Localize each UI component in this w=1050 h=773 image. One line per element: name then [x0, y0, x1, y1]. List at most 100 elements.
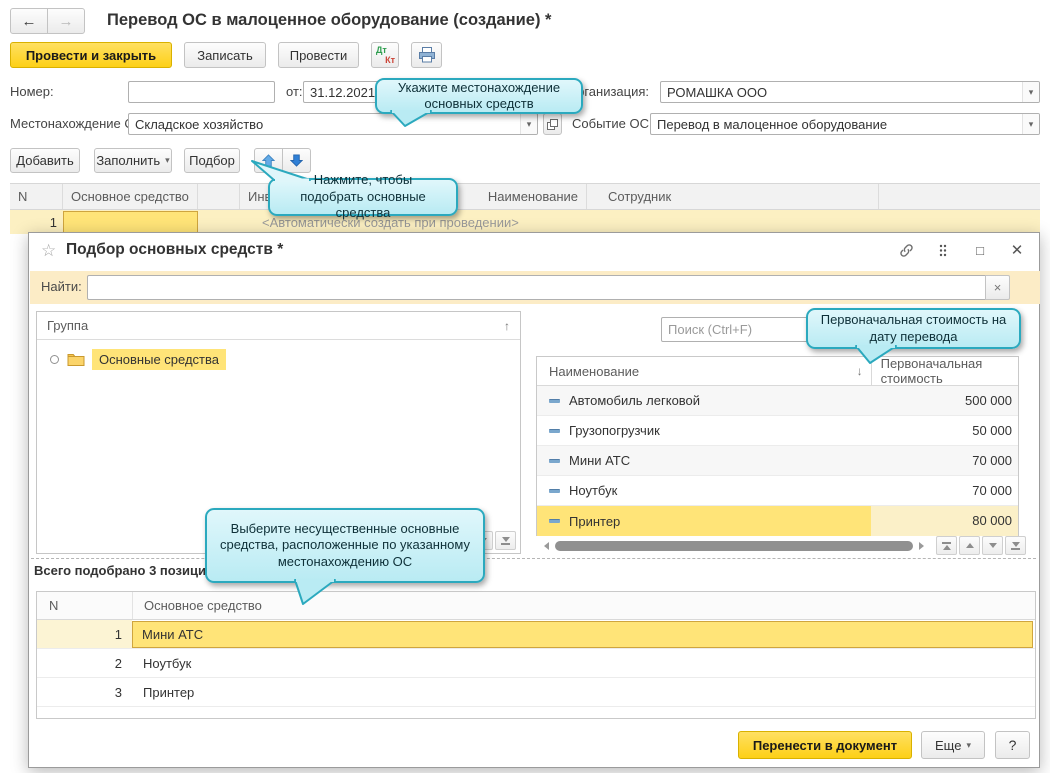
doc-col-n[interactable]: N	[10, 184, 63, 209]
more-menu-icon[interactable]	[935, 242, 951, 258]
help-button[interactable]: ?	[995, 731, 1030, 759]
find-label: Найти:	[41, 275, 82, 299]
chevron-down-icon[interactable]: ▾	[1022, 114, 1039, 134]
more-button[interactable]: Еще ▾	[921, 731, 985, 759]
asset-name: Автомобиль легковой	[569, 393, 876, 408]
tree-item-fixed-assets[interactable]: Основные средства	[37, 345, 520, 373]
selected-col-n[interactable]: N	[37, 598, 132, 613]
printer-icon	[418, 47, 436, 63]
selected-row[interactable]: 3 Принтер	[37, 678, 1035, 707]
doc-row-asset-cell[interactable]	[63, 211, 198, 233]
asset-row[interactable]: Грузопогрузчик 50 000	[537, 416, 1018, 446]
assets-col-name[interactable]: Наименование ↓	[537, 364, 871, 379]
post-button[interactable]: Провести	[278, 42, 359, 68]
event-value: Перевод в малоценное оборудование	[651, 117, 1022, 132]
event-combo[interactable]: Перевод в малоценное оборудование ▾	[650, 113, 1040, 135]
selected-row-asset: Ноутбук	[132, 656, 1035, 671]
number-label: Номер:	[10, 80, 54, 104]
asset-cost: 80 000	[871, 506, 1018, 536]
chevron-down-icon[interactable]: ▾	[1022, 82, 1039, 102]
hscroll-thumb[interactable]	[555, 541, 913, 551]
asset-name: Грузопогрузчик	[569, 423, 876, 438]
fill-label: Заполнить	[96, 153, 160, 168]
asset-item-icon	[549, 399, 560, 403]
find-clear-button[interactable]: ×	[985, 275, 1010, 300]
transfer-to-document-button[interactable]: Перенести в документ	[738, 731, 912, 759]
location-open-button[interactable]	[543, 113, 562, 135]
asset-row-selected[interactable]: Принтер 80 000	[537, 506, 1018, 536]
sort-desc-icon: ↓	[857, 364, 863, 378]
dialog-title: Подбор основных средств *	[66, 241, 283, 259]
forward-icon: →	[59, 13, 74, 30]
asset-cost: 70 000	[876, 483, 1018, 498]
write-button[interactable]: Записать	[184, 42, 266, 68]
open-link-icon	[547, 119, 558, 130]
assets-hscrollbar[interactable]	[544, 539, 924, 553]
asset-row[interactable]: Ноутбук 70 000	[537, 476, 1018, 506]
fill-button[interactable]: Заполнить ▾	[94, 148, 172, 173]
pick-button[interactable]: Подбор	[184, 148, 240, 173]
doc-row-number: 1	[10, 215, 63, 230]
assets-table-header: Наименование ↓ Первоначальная стоимость	[537, 357, 1018, 386]
link-icon[interactable]	[898, 242, 914, 258]
doc-table-header: N Основное средство Инвентарный номер На…	[10, 183, 1040, 210]
doc-col-asset[interactable]: Основное средство	[63, 184, 198, 209]
main-toolbar: Провести и закрыть Записать Провести Дт …	[10, 42, 442, 68]
print-button[interactable]	[411, 42, 442, 68]
add-button[interactable]: Добавить	[10, 148, 80, 173]
asset-row[interactable]: Автомобиль легковой 500 000	[537, 386, 1018, 416]
scroll-left-icon[interactable]	[544, 542, 549, 550]
asset-row[interactable]: Мини АТС 70 000	[537, 446, 1018, 476]
back-button[interactable]: ←	[10, 8, 48, 34]
doc-col-employee[interactable]: Сотрудник	[587, 184, 879, 209]
scroll-right-icon[interactable]	[919, 542, 924, 550]
doc-table-row[interactable]: 1 <Автоматически создать при проведении>	[10, 210, 1040, 234]
scroll-to-top-button[interactable]	[936, 536, 957, 555]
divider	[31, 558, 1036, 559]
selected-row[interactable]: 2 Ноутбук	[37, 649, 1035, 678]
kt-label: Кт	[385, 55, 395, 65]
selected-row-n: 3	[37, 685, 132, 700]
selected-col-asset[interactable]: Основное средство	[132, 592, 1035, 619]
asset-cost: 50 000	[876, 423, 1018, 438]
tooltip-tail	[287, 579, 347, 606]
tooltip-select: Выберите несущественные основные средств…	[205, 508, 485, 583]
dt-kt-button[interactable]: Дт Кт	[371, 42, 399, 68]
asset-cost: 500 000	[876, 393, 1018, 408]
post-and-close-button[interactable]: Провести и закрыть	[10, 42, 172, 68]
selected-row-n: 1	[37, 620, 132, 648]
scroll-up-button[interactable]	[959, 536, 980, 555]
maximize-icon[interactable]: □	[972, 242, 988, 258]
app-window: ← → Перевод ОС в малоценное оборудование…	[0, 0, 1050, 773]
chevron-down-icon[interactable]: ▾	[520, 114, 537, 134]
group-panel-header[interactable]: Группа ↑	[37, 312, 520, 340]
scroll-to-end-button[interactable]	[495, 531, 516, 550]
chevron-down-icon: ▾	[966, 740, 971, 751]
doc-col-spacer[interactable]	[198, 184, 240, 209]
location-combo[interactable]: Складское хозяйство ▾	[128, 113, 538, 135]
selected-table: N Основное средство 1 Мини АТС 2 Ноутбук…	[36, 591, 1036, 719]
forward-button[interactable]: →	[47, 8, 85, 34]
event-label: Событие ОС:	[572, 112, 653, 136]
scroll-down-button[interactable]	[982, 536, 1003, 555]
doc-col-extra[interactable]	[879, 184, 1040, 209]
folder-icon	[67, 352, 85, 366]
organization-value: РОМАШКА ООО	[661, 85, 1022, 100]
asset-cost: 70 000	[876, 453, 1018, 468]
selected-table-header: N Основное средство	[37, 592, 1035, 620]
tree-item-label: Основные средства	[92, 349, 226, 370]
organization-combo[interactable]: РОМАШКА ООО ▾	[660, 81, 1040, 103]
asset-name: Мини АТС	[569, 453, 876, 468]
number-input[interactable]	[128, 81, 275, 103]
favorite-star-icon[interactable]: ☆	[41, 241, 56, 261]
group-column-title: Группа	[47, 318, 88, 333]
asset-item-icon	[549, 519, 560, 523]
find-input[interactable]	[87, 275, 987, 300]
asset-name: Принтер	[569, 514, 620, 529]
asset-item-icon	[549, 429, 560, 433]
tree-expand-icon[interactable]	[50, 355, 59, 364]
page-title: Перевод ОС в малоценное оборудование (со…	[107, 11, 551, 30]
scroll-to-bottom-button[interactable]	[1005, 536, 1026, 555]
close-icon[interactable]: ✕	[1009, 242, 1025, 258]
selected-row[interactable]: 1 Мини АТС	[37, 620, 1035, 649]
